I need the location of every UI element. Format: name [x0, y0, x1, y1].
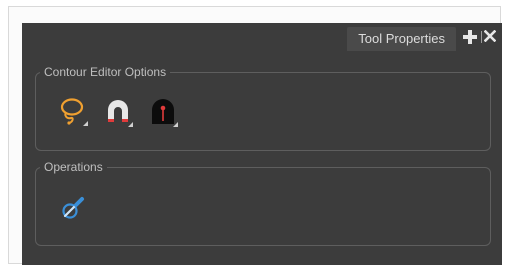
tab-title: Tool Properties [358, 31, 445, 46]
close-icon[interactable] [484, 30, 496, 42]
contour-shape-tool[interactable] [148, 97, 178, 127]
tool-dropdown-arrow[interactable] [83, 121, 88, 126]
magnet-tool[interactable] [103, 97, 133, 127]
contour-editor-options-group: Contour Editor Options [35, 64, 491, 151]
tab-tool-properties[interactable]: Tool Properties [347, 27, 456, 51]
tool-properties-panel: Tool Properties Contour Editor Options O… [22, 23, 502, 265]
lasso-select-tool[interactable] [58, 96, 88, 126]
pipette-icon [62, 197, 84, 219]
add-panel-icon[interactable] [462, 29, 478, 45]
tab-separator [481, 31, 482, 43]
contour-editor-options-title: Contour Editor Options [40, 64, 171, 80]
operations-group: Operations [35, 159, 491, 246]
operations-title: Operations [40, 159, 107, 175]
pipette-tool[interactable] [58, 192, 88, 222]
tool-dropdown-arrow[interactable] [128, 122, 133, 127]
tool-dropdown-arrow[interactable] [173, 122, 178, 127]
